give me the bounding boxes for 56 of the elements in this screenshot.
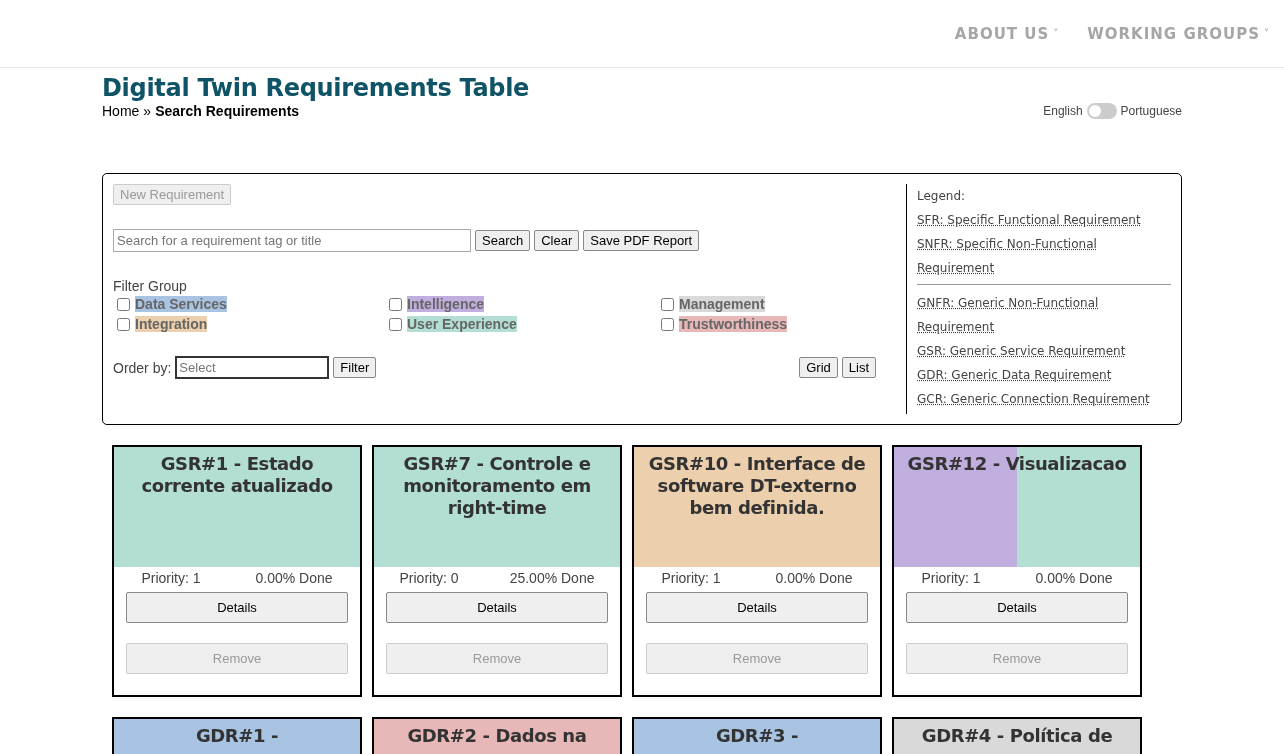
filter-group-label: Filter Group xyxy=(113,278,188,294)
priority-text: Priority: 0 xyxy=(399,570,459,586)
group-checkbox[interactable] xyxy=(661,317,674,331)
legend-link[interactable]: GNFR: Generic Non-Functional Requirement xyxy=(917,291,1171,339)
action-button[interactable]: Clear xyxy=(534,230,580,251)
breadcrumb-link[interactable]: Home xyxy=(102,103,140,119)
progress-text: 0.00% Done xyxy=(255,570,333,586)
details-button[interactable]: Details xyxy=(386,592,608,623)
order-select[interactable]: Select xyxy=(175,356,330,379)
legend-link[interactable]: SFR: Specific Functional Requirement xyxy=(917,208,1141,232)
card-title: GSR#7 - Controle e monitoramento em right-time xyxy=(402,453,592,519)
group-checkbox[interactable] xyxy=(117,317,130,331)
group-label: User Experience xyxy=(407,316,517,332)
progress-text: 0.00% Done xyxy=(775,570,853,586)
group-label: Data Services xyxy=(135,296,227,312)
card-title: GDR#1 - xyxy=(194,725,280,747)
priority-text: Priority: 1 xyxy=(661,570,721,586)
view-button[interactable]: List xyxy=(841,357,876,378)
language-label: Portuguese xyxy=(1120,104,1182,118)
group-label: Integration xyxy=(135,316,208,332)
card-title: GSR#12 - Visualizacao xyxy=(906,453,1128,475)
legend-link[interactable]: GSR: Generic Service Requirement xyxy=(917,339,1126,363)
group-label: Management xyxy=(679,296,765,312)
view-button[interactable]: Grid xyxy=(799,357,838,378)
order-by-label: Order by: xyxy=(113,359,172,376)
group-checkbox[interactable] xyxy=(661,297,674,311)
card-title: GDR#3 - xyxy=(714,725,800,747)
action-button[interactable]: Save PDF Report xyxy=(583,230,700,251)
group-label: Trustworthiness xyxy=(679,316,788,332)
details-button[interactable]: Details xyxy=(906,592,1128,623)
group-checkbox[interactable] xyxy=(389,297,402,311)
legend-link[interactable]: GCR: Generic Connection Requirement xyxy=(917,387,1150,411)
legend-link[interactable]: GDR: Generic Data Requirement xyxy=(917,363,1112,387)
breadcrumb-current: Search Requirements xyxy=(155,103,300,119)
progress-text: 25.00% Done xyxy=(509,570,595,586)
details-button[interactable]: Details xyxy=(646,592,868,623)
legend-link[interactable]: SNFR: Specific Non-Functional Requirement xyxy=(917,232,1171,280)
details-button[interactable]: Details xyxy=(126,592,348,623)
action-button[interactable]: Search xyxy=(475,230,531,251)
language-label: English xyxy=(1043,104,1083,118)
progress-text: 0.00% Done xyxy=(1035,570,1113,586)
legend-title: Legend: xyxy=(917,188,967,205)
card-title: GDR#4 - Política de xyxy=(920,725,1114,747)
language-switch[interactable] xyxy=(1086,103,1117,119)
filter-button[interactable]: Filter xyxy=(333,357,377,378)
group-checkbox[interactable] xyxy=(117,297,130,311)
search-field[interactable]: Search for a requirement tag or title xyxy=(113,229,471,252)
priority-text: Priority: 1 xyxy=(141,570,201,586)
group-checkbox[interactable] xyxy=(389,317,402,331)
card-title: GDR#2 - Dados na xyxy=(406,725,588,747)
breadcrumb-separator: » xyxy=(143,103,152,119)
card-title: GSR#10 - Interface de software DT-externo bem definida. xyxy=(647,453,867,519)
page-title: Digital Twin Requirements Table xyxy=(102,74,530,102)
priority-text: Priority: 1 xyxy=(921,570,981,586)
group-label: Intelligence xyxy=(407,296,485,312)
card-title: GSR#1 - Estado corrente atualizado xyxy=(140,453,334,497)
